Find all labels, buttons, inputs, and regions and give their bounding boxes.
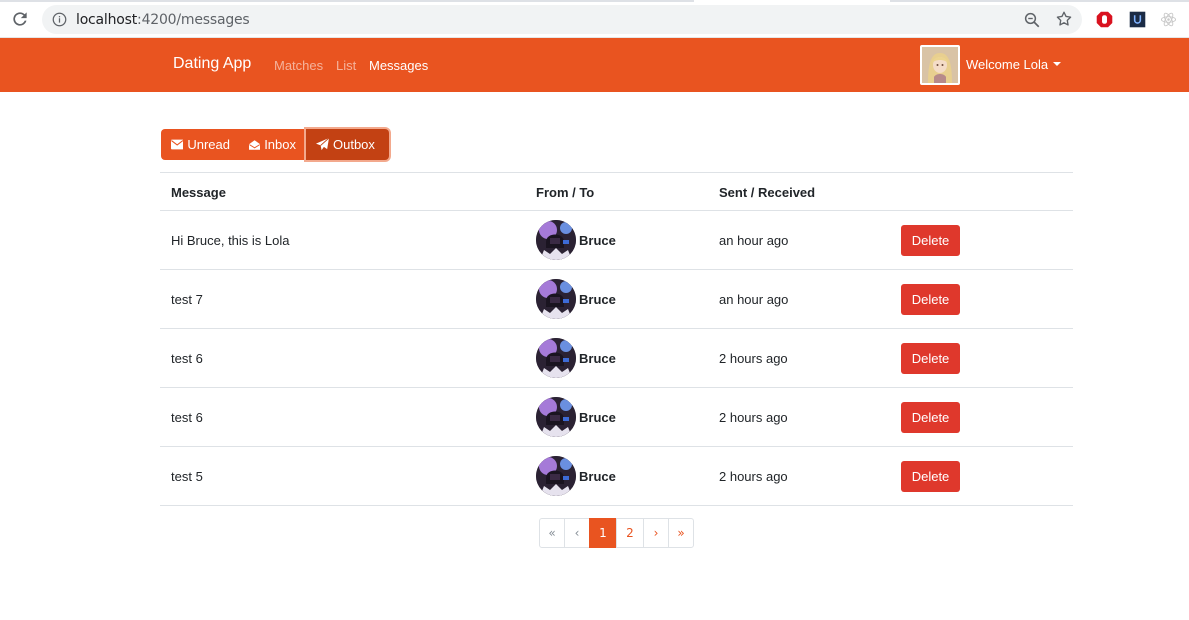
pagination: « ‹ 1 2 › » <box>539 518 694 548</box>
page-2-button[interactable]: 2 <box>616 518 644 548</box>
tab-strip <box>0 0 1189 2</box>
envelope-open-icon <box>249 139 261 150</box>
sender-avatar <box>536 456 576 496</box>
message-time: 2 hours ago <box>719 351 788 366</box>
page-first-button[interactable]: « <box>539 518 565 548</box>
sender-avatar <box>536 220 576 260</box>
sender-avatar <box>536 338 576 378</box>
user-avatar <box>920 45 960 85</box>
url-text: localhost:4200/messages <box>76 12 250 28</box>
extension-u-icon[interactable] <box>1129 11 1146 28</box>
page-1-button[interactable]: 1 <box>589 518 617 548</box>
message-filter-group: Unread Inbox Outbox <box>161 129 389 160</box>
inbox-label: Inbox <box>264 137 296 152</box>
sender-name[interactable]: Bruce <box>579 351 616 366</box>
zoom-out-icon[interactable] <box>1023 11 1041 29</box>
nav-link-messages[interactable]: Messages <box>369 58 428 73</box>
table-body: Hi Bruce, this is Lola Bruce an hour ago… <box>160 211 1073 506</box>
avatar-image <box>536 338 576 378</box>
delete-button[interactable]: Delete <box>901 461 960 492</box>
navbar: Dating App Matches List Messages Welcome… <box>0 38 1189 92</box>
header-message: Message <box>171 185 226 200</box>
message-content: test 5 <box>171 469 203 484</box>
brand-link[interactable]: Dating App <box>173 55 251 73</box>
header-from-to: From / To <box>536 185 595 200</box>
message-content: test 6 <box>171 351 203 366</box>
page-last-button[interactable]: » <box>668 518 694 548</box>
message-content: test 6 <box>171 410 203 425</box>
sender-name[interactable]: Bruce <box>579 469 616 484</box>
message-time: 2 hours ago <box>719 469 788 484</box>
sender-name[interactable]: Bruce <box>579 233 616 248</box>
adblock-extension-icon[interactable] <box>1096 11 1113 28</box>
delete-button[interactable]: Delete <box>901 225 960 256</box>
outbox-button[interactable]: Outbox <box>306 129 389 160</box>
avatar-image <box>536 397 576 437</box>
paper-plane-icon <box>316 138 329 151</box>
table-row[interactable]: Hi Bruce, this is Lola Bruce an hour ago… <box>160 211 1073 270</box>
message-time: an hour ago <box>719 233 789 248</box>
react-devtools-icon[interactable] <box>1160 11 1177 28</box>
page-next-button[interactable]: › <box>643 518 669 548</box>
unread-button[interactable]: Unread <box>161 129 240 160</box>
table-row[interactable]: test 5 Bruce 2 hours ago Delete <box>160 447 1073 506</box>
sender-name[interactable]: Bruce <box>579 410 616 425</box>
outbox-label: Outbox <box>333 137 375 152</box>
message-content: test 7 <box>171 292 203 307</box>
inbox-button[interactable]: Inbox <box>240 129 306 160</box>
header-sent-received: Sent / Received <box>719 185 816 200</box>
welcome-text: Welcome Lola <box>966 57 1049 72</box>
message-time: 2 hours ago <box>719 410 788 425</box>
nav-link-matches[interactable]: Matches <box>274 58 323 73</box>
reload-icon[interactable] <box>10 9 30 29</box>
message-time: an hour ago <box>719 292 789 307</box>
sender-name[interactable]: Bruce <box>579 292 616 307</box>
address-bar[interactable]: localhost:4200/messages <box>42 5 1082 34</box>
delete-button[interactable]: Delete <box>901 402 960 433</box>
user-menu-toggle[interactable]: Welcome Lola <box>966 57 1062 72</box>
table-row[interactable]: test 7 Bruce an hour ago Delete <box>160 270 1073 329</box>
envelope-icon <box>171 139 184 150</box>
avatar-image <box>536 279 576 319</box>
sender-avatar <box>536 397 576 437</box>
sender-avatar <box>536 279 576 319</box>
page-prev-button[interactable]: ‹ <box>564 518 590 548</box>
table-row[interactable]: test 6 Bruce 2 hours ago Delete <box>160 329 1073 388</box>
bookmark-star-icon[interactable] <box>1055 10 1073 28</box>
delete-button[interactable]: Delete <box>901 284 960 315</box>
messages-table: Message From / To Sent / Received Hi Bru… <box>160 172 1073 506</box>
table-header: Message From / To Sent / Received <box>160 172 1073 211</box>
user-avatar-image <box>922 47 958 83</box>
info-icon[interactable] <box>52 12 67 27</box>
caret-down-icon <box>1053 61 1062 66</box>
avatar-image <box>536 456 576 496</box>
avatar-image <box>536 220 576 260</box>
message-content: Hi Bruce, this is Lola <box>171 233 290 248</box>
table-row[interactable]: test 6 Bruce 2 hours ago Delete <box>160 388 1073 447</box>
nav-link-list[interactable]: List <box>336 58 356 73</box>
browser-toolbar: localhost:4200/messages <box>0 0 1189 38</box>
unread-label: Unread <box>187 137 230 152</box>
delete-button[interactable]: Delete <box>901 343 960 374</box>
